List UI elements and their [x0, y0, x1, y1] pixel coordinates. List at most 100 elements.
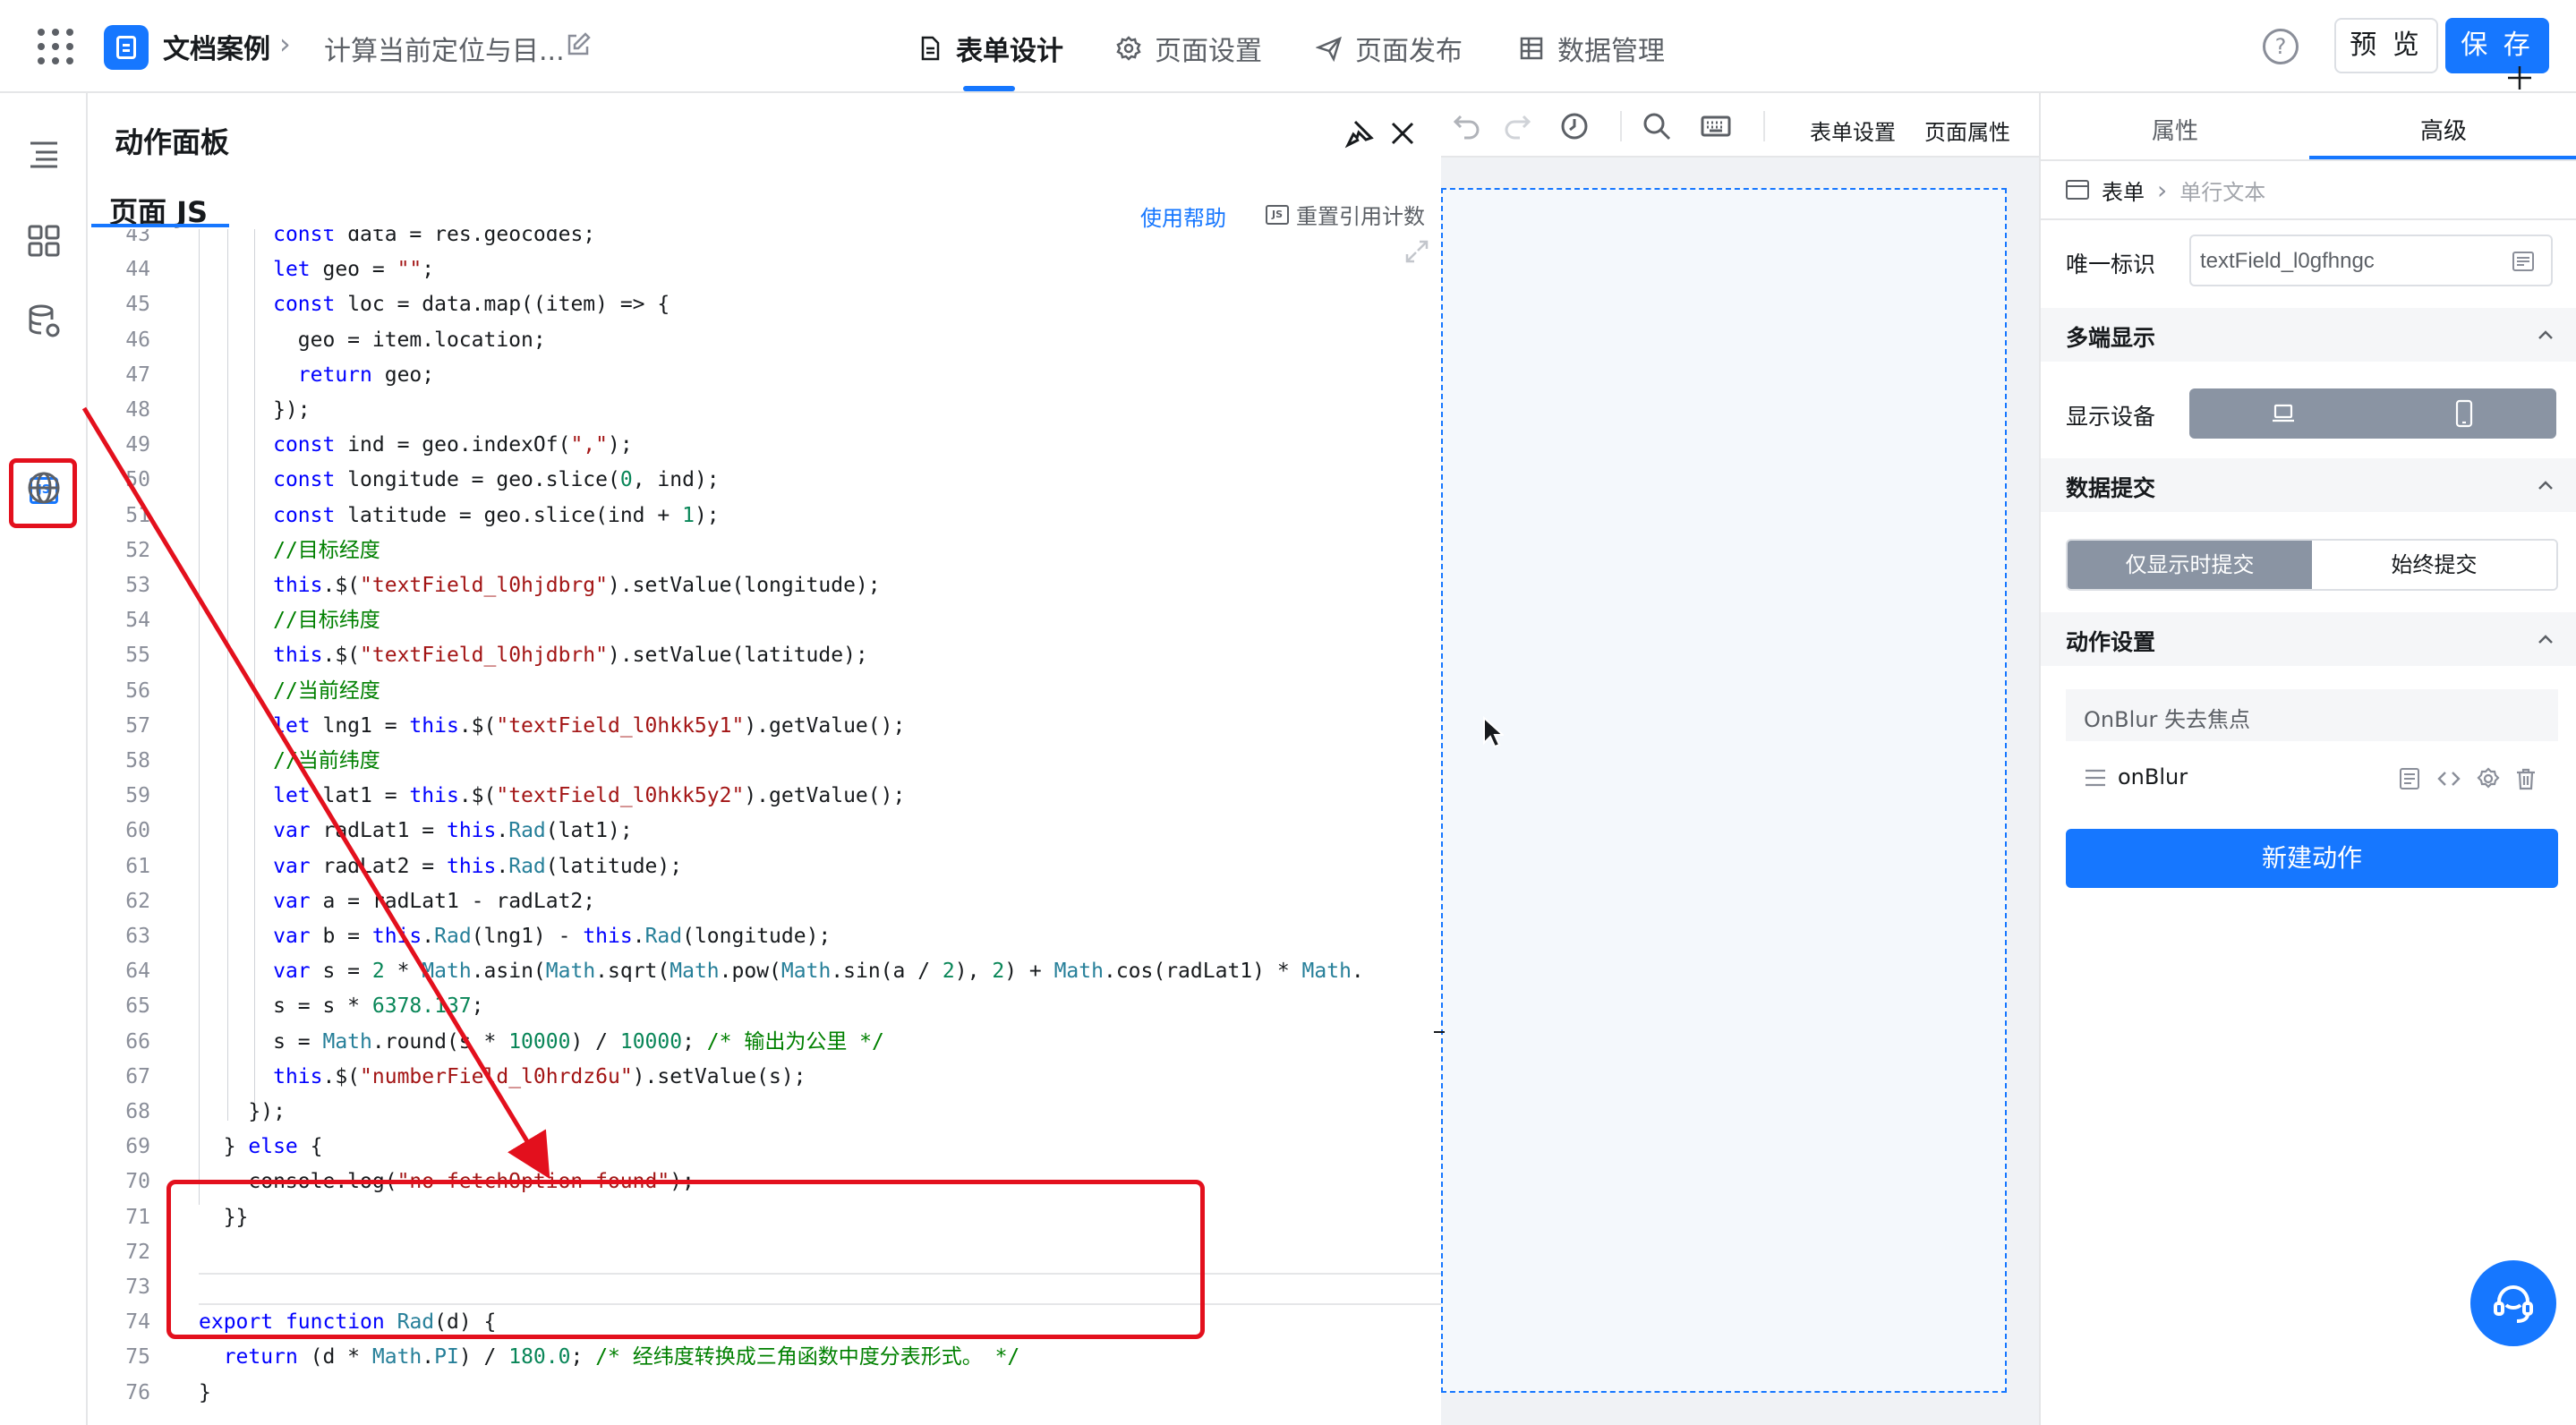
line-number: 65 [125, 994, 150, 1019]
data-submit-section-header[interactable]: 数据提交 [2041, 458, 2576, 512]
annotation-highlight-box [166, 1180, 1205, 1339]
code-line[interactable]: 53 this.$("textField_l0hjdbrg").setValue… [88, 569, 1441, 602]
line-number: 53 [125, 574, 150, 597]
components-grid-icon[interactable] [25, 222, 63, 260]
expand-editor-icon[interactable] [1403, 238, 1430, 265]
code-line[interactable]: 67 this.$("numberField_l0hrdz6u").setVal… [88, 1061, 1441, 1093]
code-line[interactable]: 50 const longitude = geo.slice(0, ind); [88, 464, 1441, 496]
device-desktop-option[interactable] [2189, 388, 2373, 439]
help-link[interactable]: 使用帮助 [1140, 201, 1226, 232]
line-number: 71 [125, 1205, 150, 1229]
code-line[interactable]: 52 //目标经度 [88, 534, 1441, 567]
line-number: 69 [125, 1135, 150, 1159]
code-line[interactable]: 57 let lng1 = this.$("textField_l0hkk5y1… [88, 710, 1441, 742]
code-line[interactable]: 64 var s = 2 * Math.asin(Math.sqrt(Math.… [88, 955, 1441, 987]
code-line[interactable]: 58 //当前纬度 [88, 745, 1441, 777]
code-text: this.$("textField_l0hjdbrg").setValue(lo… [273, 574, 881, 597]
redo-icon[interactable] [1502, 111, 1532, 141]
code-text: } else { [199, 1135, 323, 1159]
page-properties-button[interactable]: 页面属性 [1924, 115, 2010, 146]
code-line[interactable]: 51 const latitude = geo.slice(ind + 1); [88, 499, 1441, 532]
unique-id-field[interactable] [2189, 235, 2553, 286]
code-line[interactable]: 62 var a = radLat1 - radLat2; [88, 885, 1441, 917]
page-name: 计算当前定位与目... [324, 36, 565, 67]
tab-page-publish[interactable]: 页面发布 [1316, 30, 1463, 67]
globe-icon[interactable] [25, 469, 63, 507]
code-line[interactable]: 49 const ind = geo.indexOf(","); [88, 429, 1441, 461]
undo-icon[interactable] [1452, 111, 1482, 141]
search-icon[interactable] [1642, 111, 1672, 141]
copy-icon[interactable] [2397, 766, 2422, 791]
code-line[interactable]: 54 //目标纬度 [88, 604, 1441, 636]
code-line[interactable]: 63 var b = this.Rad(lng1) - this.Rad(lon… [88, 920, 1441, 952]
settings-icon[interactable] [2476, 766, 2501, 791]
tab-advanced[interactable]: 高级 [2420, 113, 2467, 146]
drag-handle-icon[interactable] [2084, 768, 2107, 788]
always-submit-option[interactable]: 始终提交 [2312, 541, 2556, 589]
code-line[interactable]: 59 let lat1 = this.$("textField_l0hkk5y2… [88, 780, 1441, 812]
app-name[interactable]: 文档案例 [163, 27, 270, 66]
code-text: this.$("numberField_l0hrdz6u").setValue(… [273, 1064, 806, 1088]
gear-icon [1116, 36, 1141, 61]
code-line[interactable]: 76} [88, 1377, 1441, 1409]
submit-when-visible-option[interactable]: 仅显示时提交 [2068, 541, 2312, 589]
reset-ref-count-button[interactable]: JS 重置引用计数 [1266, 199, 1425, 230]
code-line[interactable]: 46 geo = item.location; [88, 324, 1441, 356]
code-line[interactable]: 44 let geo = ""; [88, 253, 1441, 286]
keyboard-icon[interactable] [1701, 111, 1731, 141]
code-line[interactable]: 75 return (d * Math.PI) / 180.0; /* 经纬度转… [88, 1341, 1441, 1373]
code-line[interactable]: 56 //当前经度 [88, 675, 1441, 707]
code-icon[interactable] [2436, 766, 2461, 791]
line-number: 55 [125, 644, 150, 668]
line-number: 62 [125, 889, 150, 913]
save-button[interactable]: 保 存 [2445, 18, 2549, 73]
new-action-button[interactable]: 新建动作 [2066, 829, 2558, 888]
unique-id-label: 唯一标识 [2066, 252, 2156, 277]
code-line[interactable]: 68 }); [88, 1096, 1441, 1128]
help-icon[interactable]: ? [2263, 29, 2299, 64]
delete-trash-icon[interactable] [2513, 766, 2538, 791]
properties-panel: 属性 高级 表单 › 单行文本 唯一标识 多端显示 显示设备 数据提交 仅显示时… [2039, 93, 2576, 1425]
code-line[interactable]: 55 this.$("textField_l0hjdbrh").setValue… [88, 639, 1441, 671]
code-line[interactable]: 48 }); [88, 394, 1441, 426]
app-logo-icon [104, 25, 149, 70]
datasource-icon[interactable] [25, 303, 63, 340]
form-canvas[interactable] [1434, 159, 2039, 1425]
preview-button[interactable]: 预 览 [2334, 18, 2438, 73]
code-line[interactable]: 69 } else { [88, 1131, 1441, 1163]
code-line[interactable]: 60 var radLat1 = this.Rad(lat1); [88, 815, 1441, 847]
unique-id-input[interactable] [2198, 243, 2506, 279]
tab-label: 表单设计 [956, 36, 1063, 67]
pin-icon[interactable] [1344, 118, 1375, 149]
line-number: 43 [125, 229, 150, 246]
code-line[interactable]: 65 s = s * 6378.137; [88, 990, 1441, 1022]
code-line[interactable]: 66 s = Math.round(s * 10000) / 10000; /*… [88, 1026, 1441, 1058]
code-text: }); [199, 398, 311, 422]
tab-form-design[interactable]: 表单设计 [917, 30, 1063, 67]
device-mobile-option[interactable] [2373, 388, 2556, 439]
line-number: 58 [125, 749, 150, 772]
tab-properties[interactable]: 属性 [2152, 113, 2198, 146]
close-icon[interactable] [1387, 118, 1418, 149]
multi-display-section-header[interactable]: 多端显示 [2041, 308, 2576, 362]
code-line[interactable]: 47 return geo; [88, 359, 1441, 391]
event-name: OnBlur 失去焦点 [2084, 707, 2250, 732]
form-drop-area[interactable] [1441, 188, 2007, 1393]
line-number: 67 [125, 1064, 150, 1088]
tab-page-settings[interactable]: 页面设置 [1115, 30, 1262, 67]
code-line[interactable]: 43 const data = res.geocodes; [88, 229, 1441, 251]
apps-grid-icon[interactable] [38, 29, 73, 64]
code-text: let geo = ""; [273, 258, 435, 282]
tab-data-management[interactable]: 数据管理 [1518, 30, 1665, 67]
action-settings-section-header[interactable]: 动作设置 [2041, 612, 2576, 666]
edit-icon[interactable] [564, 30, 593, 59]
form-settings-button[interactable]: 表单设置 [1810, 115, 1896, 146]
splitter-handle[interactable] [1434, 1031, 1445, 1033]
breadcrumb-form[interactable]: 表单 [2102, 175, 2145, 206]
history-clock-icon[interactable] [1559, 111, 1590, 141]
code-line[interactable]: 61 var radLat2 = this.Rad(latitude); [88, 850, 1441, 883]
code-line[interactable]: 45 const loc = data.map((item) => { [88, 288, 1441, 320]
customer-support-button[interactable] [2470, 1260, 2556, 1346]
copy-card-icon[interactable] [2512, 251, 2535, 272]
outline-tree-icon[interactable] [25, 136, 63, 174]
